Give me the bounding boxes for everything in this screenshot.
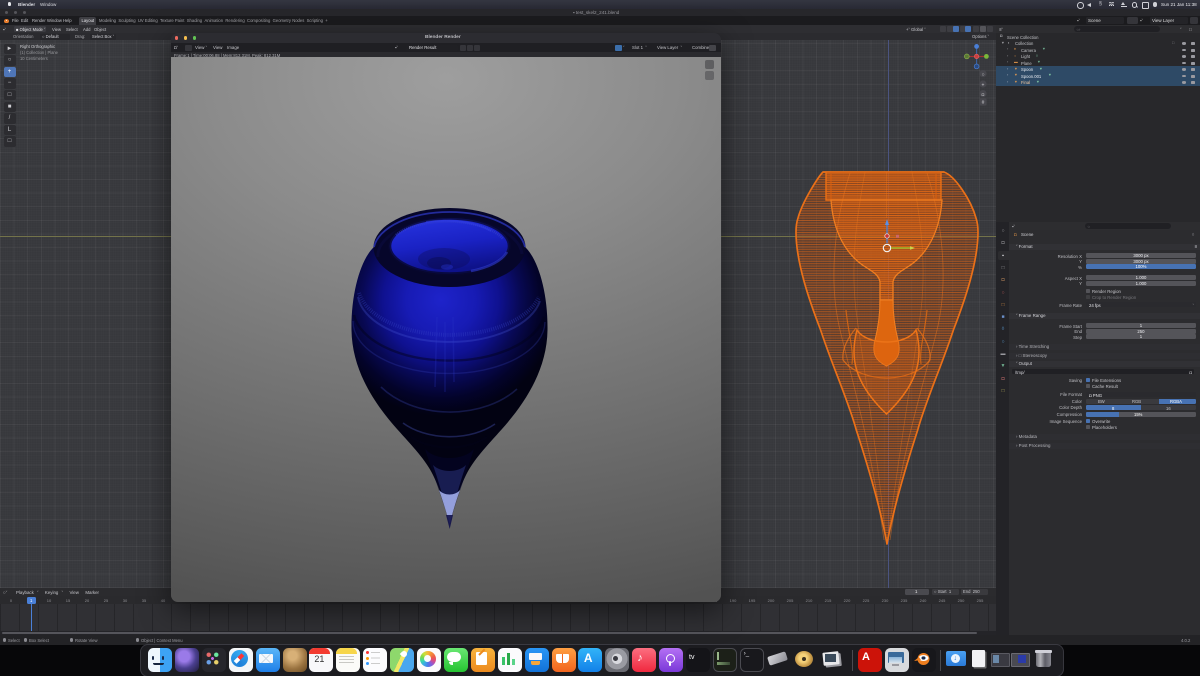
svg-text:#: #: [982, 100, 985, 106]
svg-text:○: ○: [981, 72, 984, 78]
svg-text:+: +: [982, 82, 985, 88]
svg-text:◘: ◘: [982, 92, 985, 97]
